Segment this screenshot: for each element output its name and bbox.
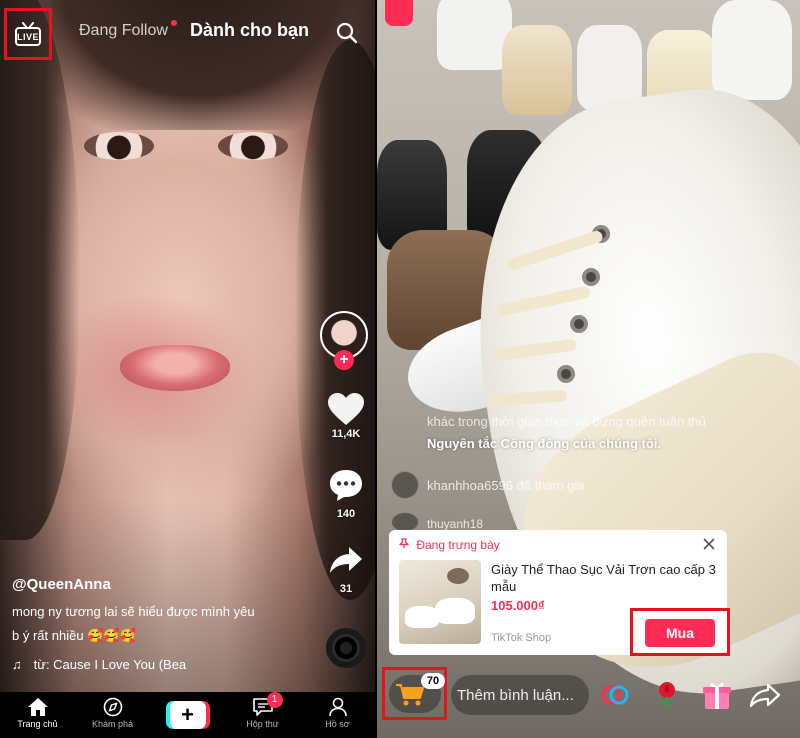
- nav-discover-label: Khám phá: [91, 719, 134, 729]
- feed-video-panel[interactable]: LIVE Đang Follow Dành cho bạn + 11,4K 14…: [0, 0, 375, 738]
- shoe-eyelet: [582, 268, 600, 286]
- bg-shoe-1: [437, 0, 512, 70]
- thumb-shoe: [435, 598, 475, 624]
- follow-plus-icon[interactable]: +: [334, 350, 354, 370]
- music-disc-icon[interactable]: [326, 628, 366, 668]
- live-button-highlight[interactable]: LIVE: [4, 8, 52, 60]
- close-icon[interactable]: [701, 536, 717, 552]
- caption-emojis: 🥰🥰🥰: [87, 628, 136, 643]
- product-card-header: Đang trưng bày: [399, 538, 500, 552]
- plus-icon: +: [169, 701, 206, 729]
- nav-profile-label: Hồ sơ: [325, 719, 350, 729]
- cart-button-highlight: 70: [382, 667, 447, 720]
- post-caption-line1: mong ny tương lai sẽ hiểu được mình yêu: [12, 604, 255, 619]
- rose-gift-icon[interactable]: [651, 679, 683, 711]
- comment-button[interactable]: 140: [322, 468, 370, 520]
- chat-message-4: thuyanh18: [427, 517, 484, 531]
- shoe-eyelet: [570, 315, 588, 333]
- nav-inbox-label: Hộp thư: [246, 719, 279, 729]
- like-button[interactable]: 11,4K: [322, 392, 370, 440]
- chat-user-avatar[interactable]: [391, 512, 419, 532]
- thumb-shoe: [405, 606, 439, 628]
- music-title: từ: Cause I Love You (Bea: [33, 657, 187, 672]
- compass-icon: [103, 697, 122, 717]
- nav-profile[interactable]: Hồ sơ: [300, 692, 375, 738]
- following-new-dot: [171, 20, 177, 26]
- home-icon: [27, 698, 48, 716]
- create-plus-button[interactable]: +: [165, 701, 210, 729]
- shopping-cart-icon: [396, 684, 424, 706]
- comment-count: 140: [336, 508, 356, 520]
- like-count: 11,4K: [331, 428, 361, 440]
- live-gift-icon[interactable]: [385, 0, 413, 26]
- post-caption-line2: b ý rất nhiều 🥰🥰🥰: [12, 628, 136, 644]
- nav-home-label: Trang chủ: [17, 719, 58, 729]
- product-card-header-text: Đang trưng bày: [416, 538, 500, 552]
- share-count: 31: [339, 583, 353, 595]
- inbox-badge: 1: [266, 692, 283, 708]
- share-arrow-icon[interactable]: [749, 679, 781, 711]
- shoe-eyelet: [557, 365, 575, 383]
- product-thumbnail[interactable]: [399, 560, 481, 644]
- share-arrow-icon: [330, 547, 362, 573]
- search-icon[interactable]: [336, 22, 358, 44]
- video-eye-left: [84, 132, 154, 160]
- pin-icon: [399, 538, 409, 552]
- bg-shoe-2: [502, 25, 572, 115]
- nav-inbox[interactable]: 1 Hộp thư: [225, 692, 300, 738]
- gift-box-icon[interactable]: [701, 679, 733, 711]
- nav-create[interactable]: +: [150, 692, 225, 738]
- video-lips: [120, 345, 230, 391]
- live-tv-icon[interactable]: LIVE: [14, 22, 42, 46]
- bg-shoe-5: [712, 0, 792, 100]
- heart-icon: [328, 393, 364, 425]
- video-eye-right: [218, 132, 288, 160]
- product-title[interactable]: Giày Thể Thao Sục Vải Trơn cao cấp 3 mẫu: [491, 561, 716, 595]
- live-label: LIVE: [16, 32, 39, 42]
- product-shop: TikTok Shop: [491, 632, 552, 644]
- product-price: 105.000₫: [491, 598, 545, 613]
- shopping-cart-button[interactable]: 70: [389, 673, 445, 713]
- cart-count-badge: 70: [421, 673, 445, 689]
- comment-input[interactable]: [451, 675, 589, 715]
- link-rings-icon[interactable]: [599, 679, 631, 711]
- chat-message-2: Nguyên tắc Cộng đồng của chúng tôi.: [427, 436, 661, 451]
- thumb-cup: [447, 568, 469, 584]
- pinned-product-card[interactable]: Đang trưng bày Giày Thể Thao Sục Vải Trơ…: [389, 530, 730, 656]
- nav-home[interactable]: Trang chủ: [0, 692, 75, 738]
- tab-following[interactable]: Đang Follow: [79, 22, 168, 40]
- music-note-icon: ♫: [12, 657, 22, 672]
- tab-for-you[interactable]: Dành cho bạn: [190, 20, 309, 41]
- profile-icon: [328, 697, 347, 717]
- bottom-nav: Trang chủ Khám phá + 1 Hộp thư Hồ sơ: [0, 692, 375, 738]
- nav-discover[interactable]: Khám phá: [75, 692, 150, 738]
- live-shopping-panel[interactable]: khác trong thời gian thực và đừng quên t…: [377, 0, 800, 738]
- post-caption-line2-text: b ý rất nhiều: [12, 628, 84, 643]
- buy-button-highlight: Mua: [630, 608, 730, 656]
- share-button[interactable]: 31: [322, 545, 370, 595]
- chat-message-3: khanhhoa6596 đã tham gia: [427, 478, 585, 493]
- comment-bubble-icon: [330, 470, 362, 501]
- buy-button[interactable]: Mua: [645, 619, 715, 647]
- post-username[interactable]: @QueenAnna: [12, 576, 111, 593]
- chat-message-1: khác trong thời gian thực và đừng quên t…: [427, 414, 706, 429]
- chat-user-avatar[interactable]: [391, 471, 419, 499]
- music-row[interactable]: ♫ từ: Cause I Love You (Bea: [12, 657, 186, 672]
